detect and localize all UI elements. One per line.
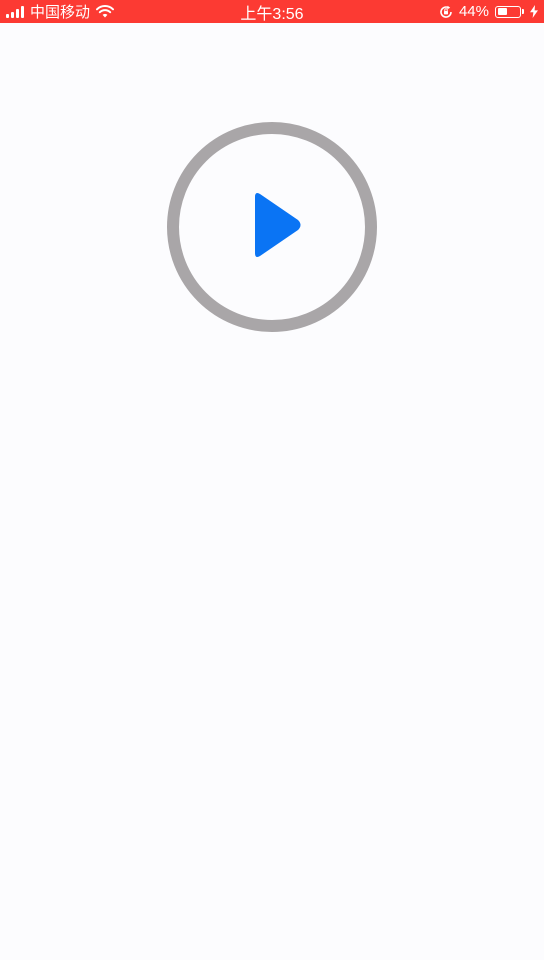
status-bar-left: 中国移动 <box>6 1 115 22</box>
carrier-name: 中国移动 <box>30 4 91 21</box>
status-time: 上午3:56 <box>240 5 304 23</box>
signal-bars-icon <box>6 5 24 18</box>
battery-icon <box>495 5 524 18</box>
orientation-lock-icon <box>440 5 452 18</box>
wifi-icon <box>96 5 115 18</box>
status-bar: 中国移动 上午3:56 44% <box>0 0 544 23</box>
charging-bolt-icon <box>530 5 538 18</box>
play-button-graphic <box>167 122 377 332</box>
play-button[interactable] <box>167 122 377 332</box>
battery-percent: 44% <box>458 3 489 20</box>
status-bar-right: 44% <box>439 3 538 20</box>
battery-level-fill <box>497 8 507 15</box>
play-icon <box>255 193 301 257</box>
